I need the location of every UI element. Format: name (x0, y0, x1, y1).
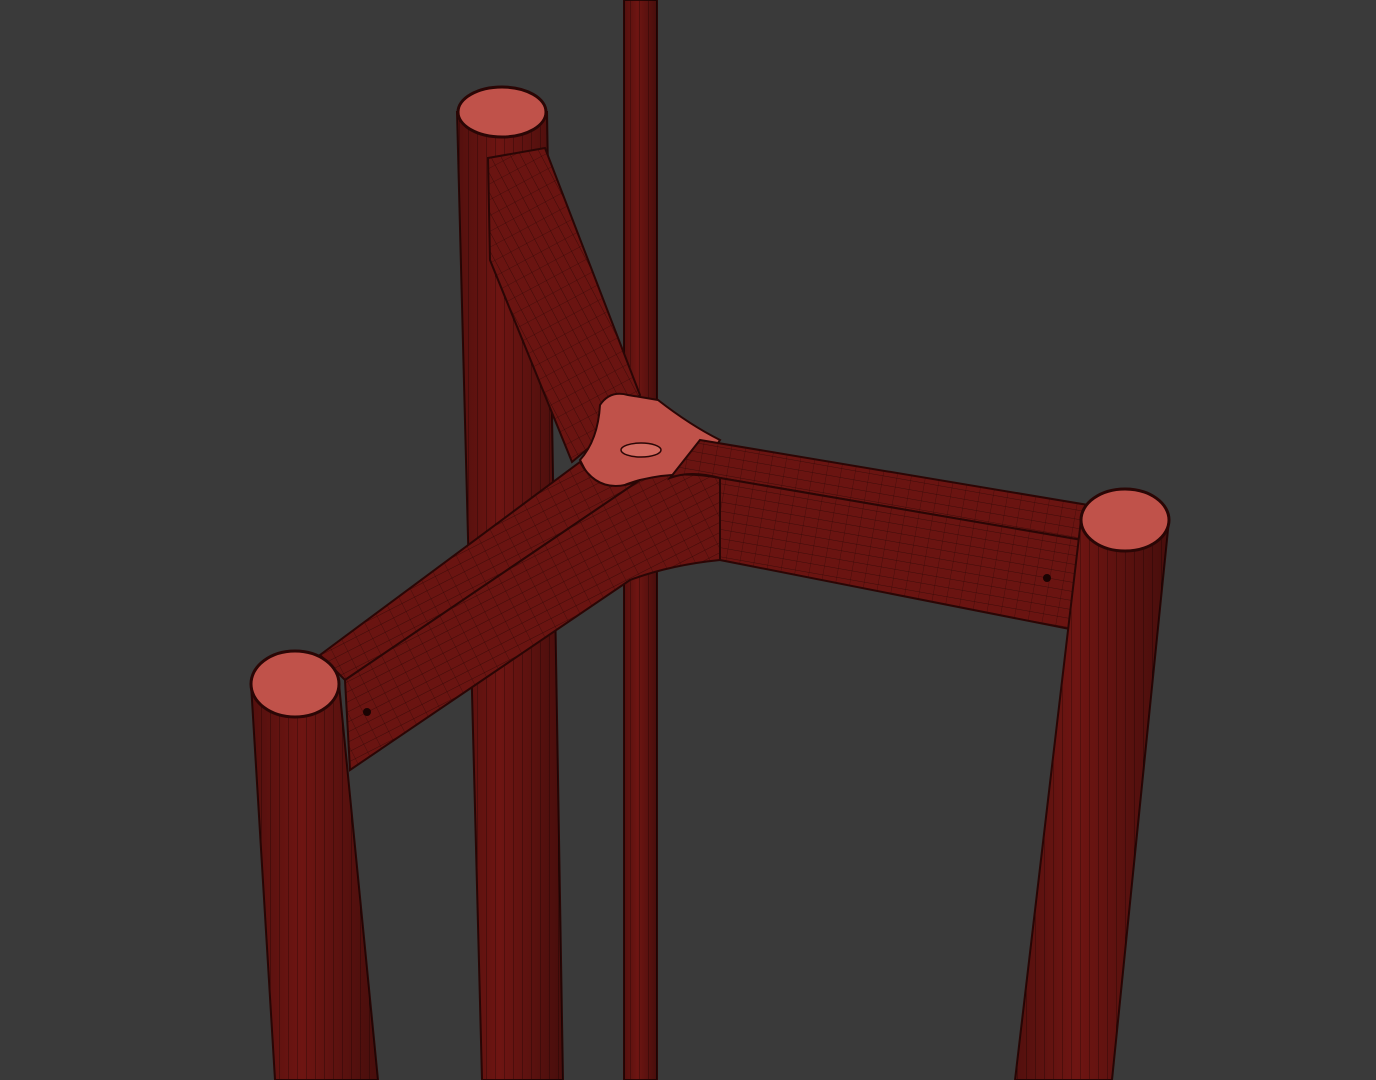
3d-viewport[interactable] (0, 0, 1376, 1080)
screw-left (363, 708, 371, 716)
right-leg-cap (1079, 487, 1171, 553)
left-leg-cap (249, 649, 341, 719)
screw-right (1043, 574, 1051, 582)
rod-collar (620, 442, 662, 458)
back-leg-cap (456, 85, 548, 139)
